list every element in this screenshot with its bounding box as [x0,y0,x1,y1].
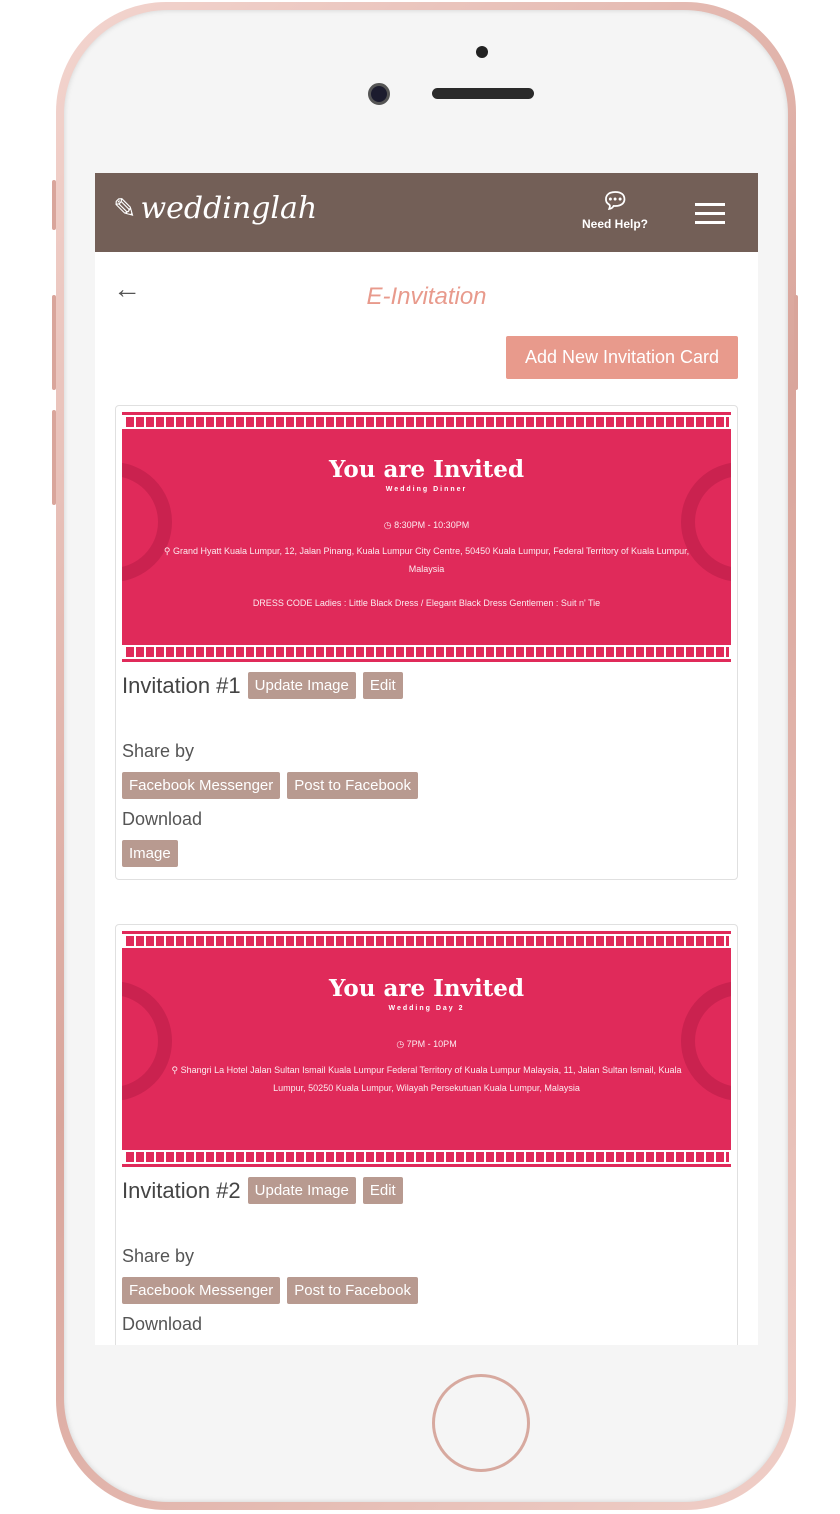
speaker [432,88,534,99]
edit-button[interactable]: Edit [362,1177,403,1204]
invite-venue: ⚲ Grand Hyatt Kuala Lumpur, 12, Jalan Pi… [163,546,690,574]
invite-dress-code: DRESS CODE Ladies : Little Black Dress /… [252,598,601,608]
volume-down [52,410,56,505]
pattern-border [122,934,731,948]
invite-venue: ⚲ Shangri La Hotel Jalan Sultan Ismail K… [171,1065,682,1093]
mute-switch [52,180,56,230]
invitation-name: Invitation #2 [122,1177,241,1203]
logo[interactable]: ✎ weddinglah [113,191,317,226]
pattern-border [122,1150,731,1164]
update-image-button[interactable]: Update Image [247,672,356,699]
volume-up [52,295,56,390]
power-button [794,295,798,390]
camera [368,83,390,105]
invitation-image: You are Invited Wedding Dinner ◷ 8:30PM … [122,412,731,662]
logo-icon: ✎ [113,192,137,225]
share-by-label: Share by [122,1246,195,1266]
download-image-button[interactable]: Image [122,840,178,867]
share-by-label: Share by [122,741,195,761]
invite-heading: You are Invited [328,456,525,483]
invitation-card: You are Invited Wedding Dinner ◷ 8:30PM … [115,405,738,880]
invite-time: ◷ 8:30PM - 10:30PM [383,520,470,530]
invite-subtitle: Wedding Day 2 [388,1005,465,1012]
download-label: Download [122,1314,203,1334]
invitation-name: Invitation #1 [122,672,241,698]
page-title: E-Invitation [366,283,487,310]
pattern-border [122,645,731,659]
screen: ✎ weddinglah 💬︎ Need Help? ← E-Invitation… [95,173,758,1345]
home-button[interactable] [432,1374,530,1472]
add-invitation-button[interactable]: Add New Invitation Card [506,336,738,379]
facebook-messenger-button[interactable]: Facebook Messenger [122,772,281,799]
download-label: Download [122,809,203,829]
post-to-facebook-button[interactable]: Post to Facebook [287,1277,418,1304]
update-image-button[interactable]: Update Image [247,1177,356,1204]
chat-icon: 💬︎ [601,188,629,213]
invitation-image: You are Invited Wedding Day 2 ◷ 7PM - 10… [122,931,731,1167]
need-help-button[interactable]: 💬︎ Need Help? [575,188,655,232]
invite-subtitle: Wedding Dinner [385,486,468,493]
app-header: ✎ weddinglah 💬︎ Need Help? [95,173,758,252]
facebook-messenger-button[interactable]: Facebook Messenger [122,1277,281,1304]
sensor [476,46,488,58]
invite-heading: You are Invited [328,975,525,1002]
invite-time: ◷ 7PM - 10PM [396,1039,457,1049]
edit-button[interactable]: Edit [362,672,403,699]
post-to-facebook-button[interactable]: Post to Facebook [287,772,418,799]
invitation-card: You are Invited Wedding Day 2 ◷ 7PM - 10… [115,924,738,1345]
pattern-border [122,415,731,429]
hamburger-menu-icon[interactable] [695,203,725,230]
